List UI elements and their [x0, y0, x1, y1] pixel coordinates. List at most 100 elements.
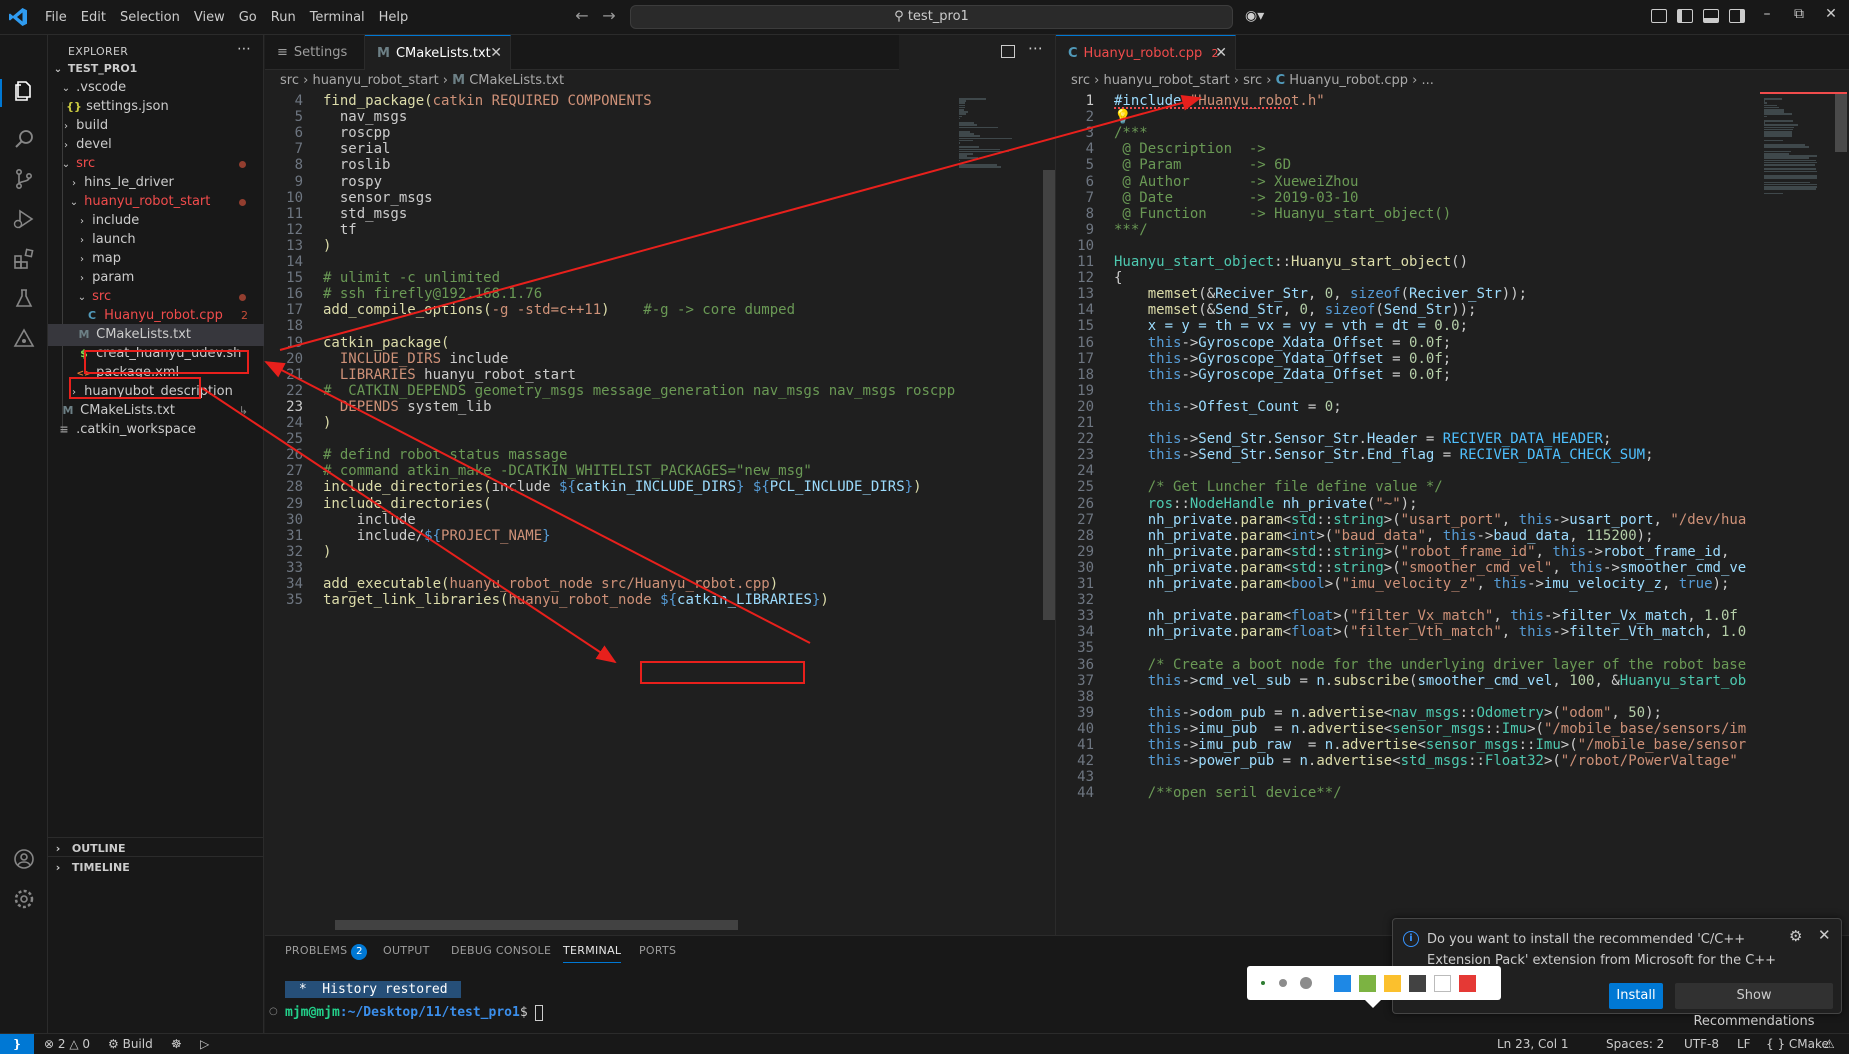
debug-bug-icon[interactable]: ☸	[171, 1034, 182, 1054]
menu-help[interactable]: Help	[372, 0, 416, 35]
code-token: advertise	[1307, 720, 1384, 737]
ros-icon[interactable]	[10, 327, 38, 355]
code-token: =	[1434, 447, 1460, 464]
code-line[interactable]: 42 this->power_pub = n.advertise<std_msg…	[1056, 752, 1738, 771]
terminal-prompt[interactable]: mjm@mjm:~/Desktop/11/test_pro1$	[285, 1003, 544, 1022]
run-play-icon[interactable]: ▷	[200, 1034, 209, 1054]
toggle-primary-sidebar-icon[interactable]	[1677, 9, 1693, 23]
copilot-icon[interactable]: ◉▾	[1245, 8, 1264, 24]
large-brush-size[interactable]	[1300, 977, 1312, 989]
tree-file-catkin-workspace[interactable]: ≡ .catkin_workspace	[48, 419, 264, 441]
code-token: std	[1291, 511, 1317, 528]
tab-settings[interactable]: ≡ Settings	[265, 35, 365, 70]
code-line[interactable]: 35 target_link_libraries(huanyu_robot_nod…	[265, 591, 829, 610]
code-line[interactable]: 18 this->Gyroscope_Zdata_Offset = 0.0f;	[1056, 366, 1451, 385]
search-icon: ⚲	[894, 9, 904, 24]
color-swatch[interactable]	[1384, 975, 1401, 992]
left-vertical-scrollbar[interactable]	[1043, 170, 1055, 620]
menu-edit[interactable]: Edit	[74, 0, 113, 35]
menu-file[interactable]: File	[38, 0, 74, 35]
gear-icon[interactable]: ⚙	[1789, 927, 1802, 945]
menu-view[interactable]: View	[187, 0, 232, 35]
language-mode[interactable]: { } CMake	[1766, 1034, 1829, 1054]
source-control-icon[interactable]	[10, 167, 38, 195]
install-button[interactable]: Install	[1609, 983, 1663, 1009]
small-brush-size[interactable]	[1261, 981, 1265, 985]
breadcrumb-item[interactable]: src	[1071, 73, 1090, 88]
code-line[interactable]: 37 this->cmd_vel_sub = n.subscribe(smoot…	[1056, 672, 1746, 691]
left-horizontal-scrollbar[interactable]	[335, 920, 738, 930]
color-swatch[interactable]	[1359, 975, 1376, 992]
code-line[interactable]: 31 nh_private.param<bool>("imu_velocity_…	[1056, 575, 1729, 594]
right-minimap[interactable]	[1760, 92, 1835, 934]
settings-gear-icon[interactable]	[10, 887, 38, 915]
timeline-section[interactable]: › TIMELINE	[48, 856, 264, 878]
medium-brush-size[interactable]	[1279, 979, 1287, 987]
code-line[interactable]: 23 this->Send_Str.Sensor_Str.End_flag = …	[1056, 446, 1653, 465]
panel-tab-ports[interactable]: PORTS	[639, 944, 676, 957]
right-code-editor[interactable]: 1 #include "Huanyu_robot.h" 2 💡 3/*** 4 @ Des…	[1056, 92, 1760, 934]
command-center-search[interactable]: ⚲ test_pro1	[630, 5, 1233, 29]
panel-tab-problems[interactable]: PROBLEMS 2	[285, 944, 368, 960]
customize-layout-icon[interactable]	[1651, 9, 1667, 23]
toggle-secondary-sidebar-icon[interactable]	[1729, 9, 1745, 23]
code-line[interactable]: 17 add_compile_options(-g -std=c++11) #-g…	[265, 301, 795, 320]
code-line[interactable]: 44 /**open seril device**/	[1056, 784, 1341, 803]
tab-cmakelists[interactable]: M CMakeLists.txt ✕	[365, 35, 511, 70]
close-tab-icon[interactable]: ✕	[490, 36, 502, 71]
breadcrumb-item[interactable]: src	[280, 73, 299, 88]
more-actions-icon[interactable]: ⋯	[237, 41, 251, 57]
encoding[interactable]: UTF-8	[1684, 1034, 1719, 1054]
toggle-panel-icon[interactable]	[1703, 9, 1719, 23]
problems-status[interactable]: ⊗ 2 △ 0	[44, 1034, 90, 1054]
code-line[interactable]: 34 nh_private.param<float>("filter_Vth_m…	[1056, 623, 1746, 642]
breadcrumb-item[interactable]: ...	[1422, 73, 1434, 88]
search-icon[interactable]	[10, 127, 38, 155]
breadcrumb-item[interactable]: Huanyu_robot.cpp	[1289, 73, 1408, 88]
minimize-icon[interactable]: –	[1757, 6, 1777, 22]
restore-icon[interactable]: ⧉	[1789, 6, 1809, 22]
code-token: sensor_msgs	[323, 189, 433, 206]
code-token: >(	[1333, 624, 1351, 641]
files-icon[interactable]	[10, 79, 38, 107]
notifications-bell-icon[interactable]: ⚠	[1824, 1034, 1835, 1054]
right-vertical-scrollbar[interactable]	[1835, 92, 1847, 152]
cursor-position[interactable]: Ln 23, Col 1	[1497, 1034, 1569, 1054]
account-icon[interactable]	[10, 847, 38, 875]
extensions-icon[interactable]	[10, 247, 38, 275]
menu-go[interactable]: Go	[232, 0, 264, 35]
close-icon[interactable]: ✕	[1818, 926, 1831, 944]
breadcrumb-item[interactable]: CMakeLists.txt	[469, 73, 564, 88]
remote-icon[interactable]: ❵	[0, 1034, 34, 1054]
menu-terminal[interactable]: Terminal	[303, 0, 372, 35]
left-code-editor[interactable]: 4 find_package(catkin REQUIRED COMPONENTS…	[265, 92, 955, 934]
forward-arrow-icon[interactable]: →	[598, 6, 620, 28]
breadcrumb-item[interactable]: huanyu_robot_start	[1103, 73, 1229, 88]
panel-tab-output[interactable]: OUTPUT	[383, 944, 430, 957]
color-swatch[interactable]	[1459, 975, 1476, 992]
build-status[interactable]: ⚙ Build	[108, 1034, 153, 1054]
color-swatch[interactable]	[1409, 975, 1426, 992]
run-debug-icon[interactable]	[10, 207, 38, 235]
menu-run[interactable]: Run	[264, 0, 303, 35]
close-window-icon[interactable]: ✕	[1821, 6, 1841, 22]
close-tab-icon[interactable]: ✕	[1215, 36, 1227, 71]
show-recommendations-button[interactable]: Show Recommendations	[1675, 983, 1833, 1029]
color-swatch[interactable]	[1434, 975, 1451, 992]
back-arrow-icon[interactable]: ←	[571, 6, 593, 28]
end-of-line[interactable]: LF	[1737, 1034, 1751, 1054]
breadcrumb-item[interactable]: src	[1243, 73, 1262, 88]
split-editor-icon[interactable]	[1001, 45, 1015, 58]
breadcrumb-item[interactable]: huanyu_robot_start	[312, 73, 438, 88]
tab-huanyu-robot-cpp[interactable]: C Huanyu_robot.cpp 2 ✕	[1056, 35, 1236, 70]
color-swatch[interactable]	[1334, 975, 1351, 992]
panel-tab-debug-console[interactable]: DEBUG CONSOLE	[451, 944, 551, 957]
testing-icon[interactable]	[10, 287, 38, 315]
code-token: Sensor_Str	[1274, 447, 1359, 464]
indentation[interactable]: Spaces: 2	[1606, 1034, 1664, 1054]
panel-tab-terminal[interactable]: TERMINAL	[563, 944, 622, 963]
left-minimap[interactable]	[955, 92, 1040, 934]
code-token: # defind robot status massage	[323, 447, 568, 464]
menu-selection[interactable]: Selection	[113, 0, 187, 35]
more-actions-icon[interactable]: ⋯	[1028, 39, 1043, 57]
